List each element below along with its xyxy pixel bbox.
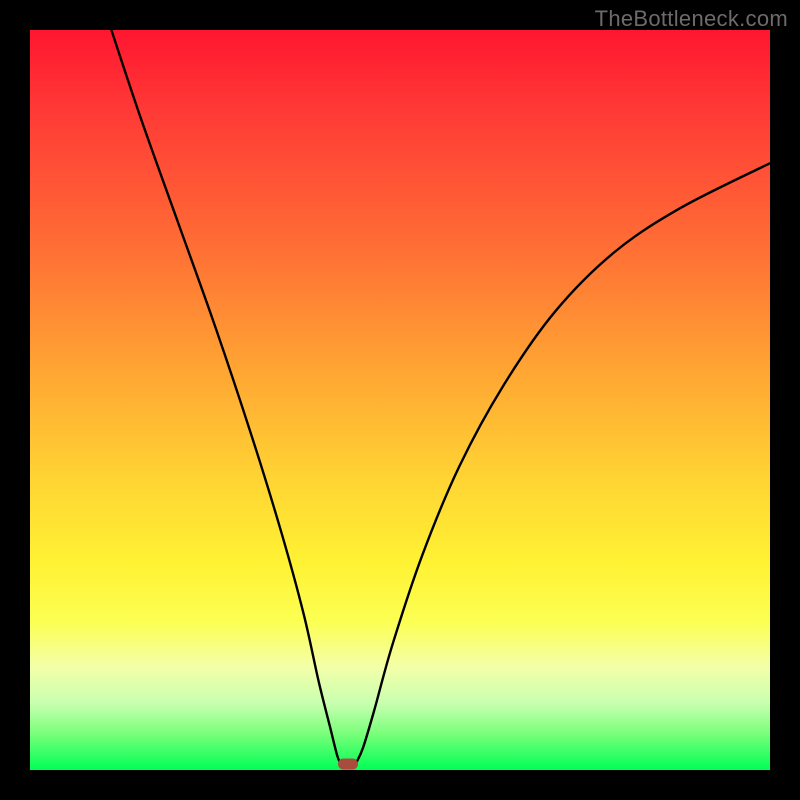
watermark-text: TheBottleneck.com	[595, 6, 788, 32]
curve-layer	[30, 30, 770, 770]
plot-area	[30, 30, 770, 770]
bottleneck-curve	[111, 30, 770, 764]
chart-frame: TheBottleneck.com	[0, 0, 800, 800]
minimum-marker	[338, 759, 358, 770]
